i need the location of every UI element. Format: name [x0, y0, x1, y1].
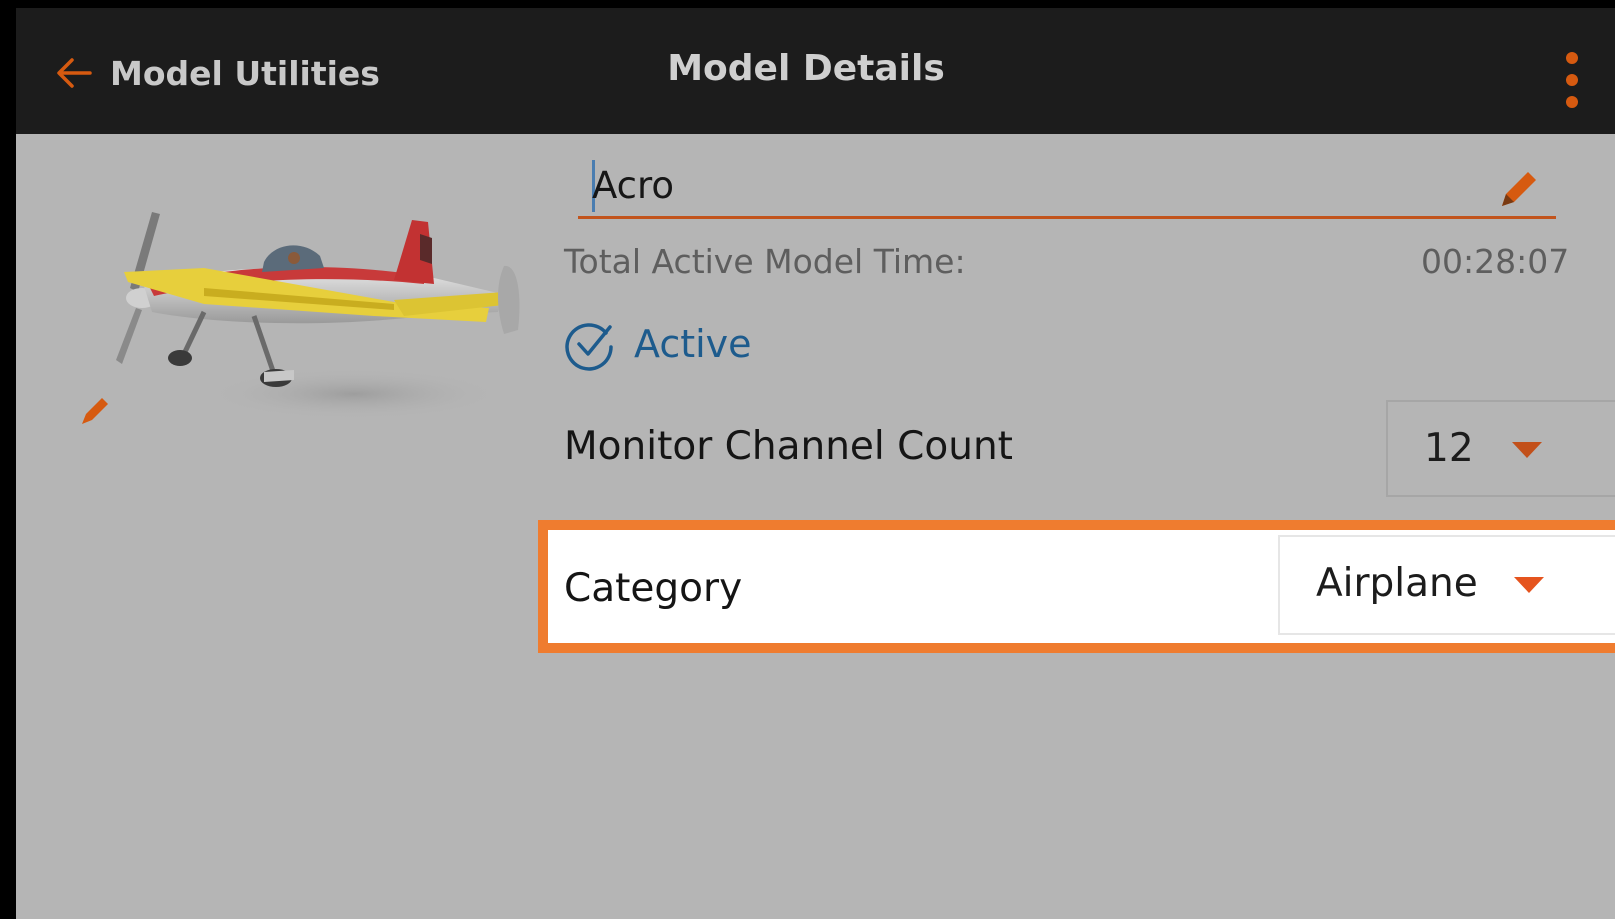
- top-app-bar: Model Utilities Model Details: [16, 8, 1615, 134]
- kebab-dot: [1566, 96, 1578, 108]
- airplane-model-image: [116, 212, 520, 420]
- model-name-field[interactable]: Acro: [578, 158, 1556, 219]
- image-edit-pencil-icon[interactable]: [78, 394, 112, 428]
- active-checkbox[interactable]: Active: [562, 314, 752, 374]
- category-dropdown[interactable]: Airplane: [1278, 535, 1615, 635]
- active-label: Active: [634, 322, 752, 366]
- overflow-menu-button[interactable]: [1556, 48, 1606, 108]
- total-time-value: 00:28:07: [1421, 242, 1570, 281]
- total-time-label: Total Active Model Time:: [564, 242, 966, 281]
- caret-down-icon: [1512, 442, 1542, 458]
- pencil-icon[interactable]: [1496, 164, 1542, 210]
- check-circle-icon: [565, 323, 613, 371]
- model-name-value: Acro: [592, 164, 675, 207]
- kebab-menu-icon: [1566, 52, 1578, 64]
- model-details-panel: Acro Total Active Model Time: 00:28:07 A…: [16, 134, 1615, 919]
- channel-count-dropdown[interactable]: 12: [1386, 400, 1615, 497]
- category-value: Airplane: [1316, 561, 1478, 606]
- arrow-left-icon: [57, 58, 92, 88]
- back-label: Model Utilities: [110, 53, 380, 93]
- page-title: Model Details: [667, 48, 945, 89]
- app-screen: Model Utilities Model Details Acro Total…: [16, 8, 1615, 919]
- channel-count-value: 12: [1424, 426, 1474, 471]
- channel-count-label: Monitor Channel Count: [564, 424, 1013, 469]
- category-row-highlighted: Category Airplane: [538, 520, 1615, 653]
- category-label: Category: [564, 566, 743, 611]
- back-button[interactable]: Model Utilities: [52, 38, 380, 108]
- kebab-dot: [1566, 74, 1578, 86]
- caret-down-icon: [1514, 577, 1544, 593]
